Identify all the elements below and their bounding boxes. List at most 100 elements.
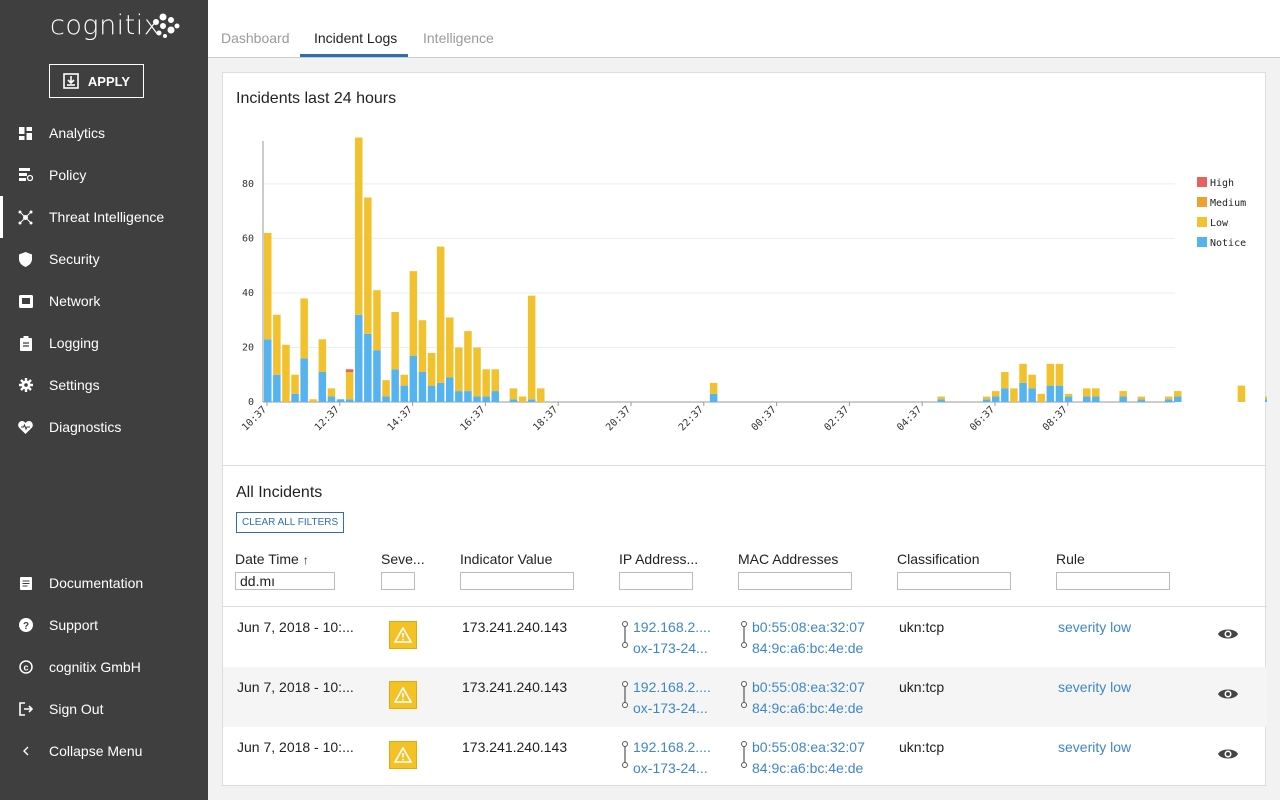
column-header-classification[interactable]: Classification [897,551,979,567]
bar-low [1119,391,1127,397]
mac-address-filter[interactable] [738,572,852,590]
sidebar-item-logging[interactable]: Logging [0,322,208,364]
bar-low [400,374,408,386]
sidebar-item-analytics[interactable]: Analytics [0,112,208,154]
column-header-rule[interactable]: Rule [1056,551,1085,567]
bar-low [1237,385,1246,402]
bar-low [455,347,463,392]
bar-notice [1019,382,1027,402]
download-icon [63,73,79,89]
bar-low [464,331,472,392]
sidebar-item-network[interactable]: Network [0,280,208,322]
column-header-ip-addresses[interactable]: IP Address... [619,551,698,567]
bar-low [418,320,427,373]
sidebar-item-support[interactable]: ? Support [0,604,208,646]
column-header-date-time[interactable]: Date Time ↑ [235,551,309,567]
sidebar-item-threat-intelligence[interactable]: Threat Intelligence [0,196,208,238]
date-time-cell: Jun 7, 2018 - 10:... [237,739,354,755]
bar-low [527,295,536,400]
bar-low [509,388,518,400]
brand-logo-text: cognitix [50,10,161,41]
apply-button[interactable]: APPLY [49,64,144,98]
mac-address-link[interactable]: b0:55:08:ea:32:07 [752,619,865,635]
rule-link[interactable]: severity low [1058,619,1131,635]
date-time-filter[interactable] [235,572,335,590]
bar-notice [345,399,354,402]
date-time-cell: Jun 7, 2018 - 10:... [237,619,354,635]
bar-low [364,197,372,334]
sidebar-item-collapse-menu[interactable]: Collapse Menu [0,730,208,772]
sidebar-item-documentation[interactable]: Documentation [0,562,208,604]
hostname-link[interactable]: ox-173-24... [633,640,708,656]
bar-low [427,352,436,386]
tab-incident-logs[interactable]: Incident Logs [314,30,397,46]
table-row[interactable]: Jun 7, 2018 - 10:... 173.241.240.143 192… [223,727,1267,787]
sidebar-item-sign-out[interactable]: Sign Out [0,688,208,730]
bar-low [273,314,281,375]
ip-address-filter[interactable] [619,572,693,590]
dashboard-icon [18,126,33,141]
hostname-link[interactable]: ox-173-24... [633,760,708,776]
mac-address-link[interactable]: b0:55:08:ea:32:07 [752,679,865,695]
bar-low [291,374,299,394]
sidebar-item-label: cognitix GmbH [49,659,141,675]
connection-icon [622,681,628,708]
rule-link[interactable]: severity low [1058,679,1131,695]
sidebar-item-policy[interactable]: Policy [0,154,208,196]
bar-notice [264,339,272,402]
table-row[interactable]: Jun 7, 2018 - 10:... 173.241.240.143 192… [223,607,1267,667]
sidebar-nav: Analytics Policy Threat Intelligence Sec… [0,112,208,448]
bar-notice [1164,399,1173,402]
ip-address-link[interactable]: 192.168.2.... [633,739,711,755]
column-header-severity[interactable]: Seve... [381,551,425,567]
classification-cell: ukn:tcp [899,679,945,695]
sidebar-item-company[interactable]: c cognitix GmbH [0,646,208,688]
mac-address-link[interactable]: 84:9c:a6:bc:4e:de [752,700,863,716]
legend-label: Low [1210,218,1229,229]
bar-low [300,298,308,359]
policy-icon [18,168,33,183]
bar-low [1055,363,1064,386]
y-tick-label: 60 [242,233,254,244]
view-eye-icon[interactable] [1218,747,1238,761]
classification-filter[interactable] [897,572,1011,590]
bar-low [373,290,381,351]
clear-all-filters-button[interactable]: CLEAR ALL FILTERS [236,512,345,533]
view-eye-icon[interactable] [1218,687,1238,701]
rule-link[interactable]: severity low [1058,739,1131,755]
indicator-value-filter[interactable] [460,572,574,590]
connection-icon [741,681,747,708]
table-row[interactable]: Jun 7, 2018 - 10:... 173.241.240.143 192… [223,667,1267,727]
apply-label: APPLY [87,73,131,89]
y-tick-label: 40 [242,288,254,299]
x-tick-label: 20:37 [604,404,633,433]
mac-address-link[interactable]: 84:9c:a6:bc:4e:de [752,640,863,656]
x-tick-label: 10:37 [240,404,269,433]
tab-intelligence[interactable]: Intelligence [423,30,494,46]
gear-icon [18,378,33,393]
hostname-link[interactable]: ox-173-24... [633,700,708,716]
column-header-indicator-value[interactable]: Indicator Value [460,551,552,567]
bar-low [1083,388,1091,397]
bar-notice [709,393,718,402]
bar-low [982,396,991,400]
mac-address-link[interactable]: b0:55:08:ea:32:07 [752,739,865,755]
bar-notice [1064,396,1073,402]
column-header-mac-addresses[interactable]: MAC Addresses [738,551,838,567]
sign-out-icon [18,702,33,717]
clipboard-icon [18,335,33,351]
shield-icon [18,251,33,267]
sidebar-item-settings[interactable]: Settings [0,364,208,406]
bar-notice [1174,396,1182,402]
bar-high [345,369,354,373]
bar-notice [491,391,499,402]
ip-address-link[interactable]: 192.168.2.... [633,679,711,695]
severity-filter[interactable] [381,572,415,590]
sidebar-item-diagnostics[interactable]: Diagnostics [0,406,208,448]
tab-dashboard[interactable]: Dashboard [221,30,290,46]
view-eye-icon[interactable] [1218,627,1238,641]
sidebar-item-security[interactable]: Security [0,238,208,280]
rule-filter[interactable] [1056,572,1170,590]
ip-address-link[interactable]: 192.168.2.... [633,619,711,635]
mac-address-link[interactable]: 84:9c:a6:bc:4e:de [752,760,863,776]
